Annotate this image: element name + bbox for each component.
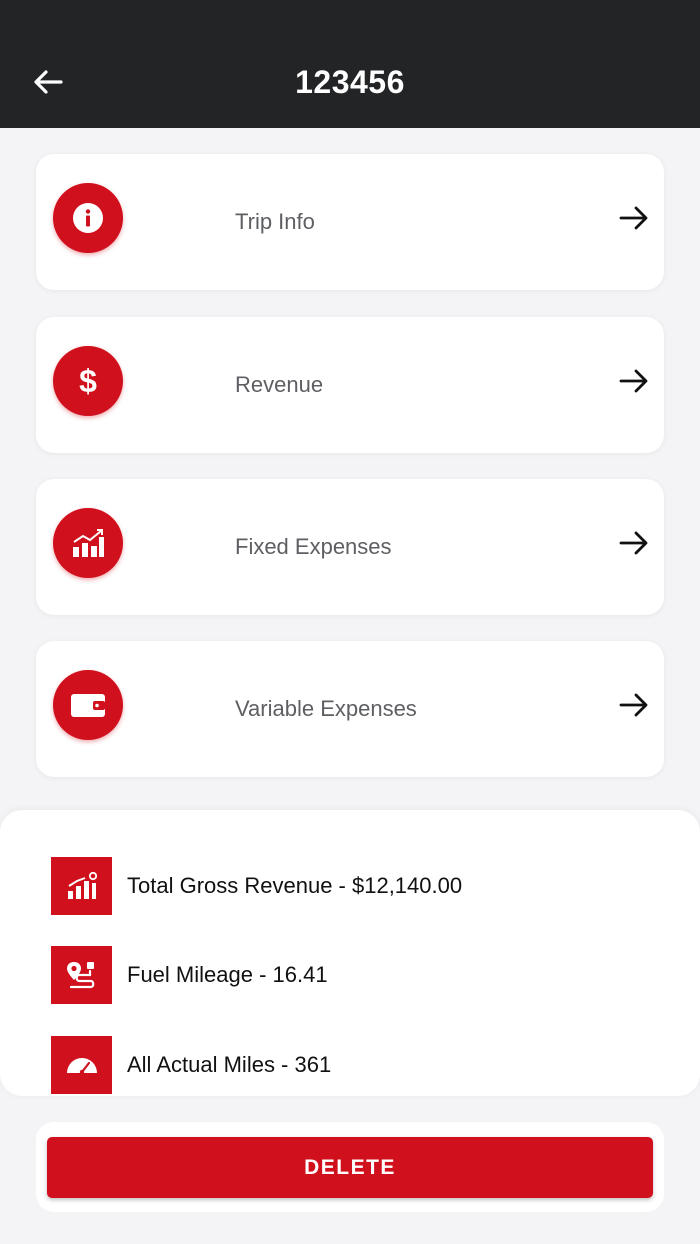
growth-chart-icon (67, 871, 97, 899)
route-icon (66, 962, 94, 989)
fixed-expenses-badge (53, 508, 123, 578)
summary-row-actual-miles: All Actual Miles - 361 (51, 1036, 671, 1094)
menu-item-label: Variable Expenses (235, 696, 417, 721)
delete-action-container: DELETE (36, 1122, 664, 1212)
page-title: 123456 (295, 64, 405, 100)
gross-revenue-text: Total Gross Revenue - $12,140.00 (127, 873, 463, 898)
info-icon (73, 203, 103, 233)
actual-miles-text: All Actual Miles - 361 (127, 1052, 332, 1077)
summary-row-fuel-mileage: Fuel Mileage - 16.41 (51, 946, 671, 1004)
delete-button[interactable]: DELETE (47, 1137, 653, 1198)
bar-chart-icon (73, 529, 104, 557)
gross-revenue-badge (51, 857, 112, 915)
fuel-mileage-badge (51, 946, 112, 1004)
arrow-right-icon (618, 202, 650, 234)
fuel-mileage-text: Fuel Mileage - 16.41 (127, 962, 328, 987)
summary-row-gross-revenue: Total Gross Revenue - $12,140.00 (51, 857, 671, 915)
menu-item-variable-expenses[interactable]: Variable Expenses (36, 641, 664, 777)
menu-item-trip-info[interactable]: Trip Info (36, 154, 664, 290)
menu-item-label: Revenue (235, 372, 324, 397)
arrow-right-icon (618, 365, 650, 397)
menu-item-revenue[interactable]: $ Revenue (36, 317, 664, 453)
wallet-icon (71, 694, 105, 717)
arrow-right-icon (618, 689, 650, 721)
variable-expenses-badge (53, 670, 123, 740)
dollar-icon: $ (79, 363, 97, 399)
menu-item-fixed-expenses[interactable]: Fixed Expenses (36, 479, 664, 615)
trip-info-badge (53, 183, 123, 253)
trip-detail-screen: 123456 Trip Info $ Revenue Fixed Expense… (0, 0, 700, 1244)
app-header: 123456 (0, 0, 700, 128)
revenue-badge: $ (53, 346, 123, 416)
actual-miles-badge (51, 1036, 112, 1094)
trip-summary-panel[interactable]: Total Gross Revenue - $12,140.00 Fuel Mi… (0, 810, 700, 1096)
svg-text:$: $ (79, 363, 97, 399)
arrow-right-icon (618, 527, 650, 559)
menu-item-label: Fixed Expenses (235, 534, 392, 559)
menu-item-label: Trip Info (235, 209, 315, 234)
speedometer-icon (66, 1058, 97, 1075)
